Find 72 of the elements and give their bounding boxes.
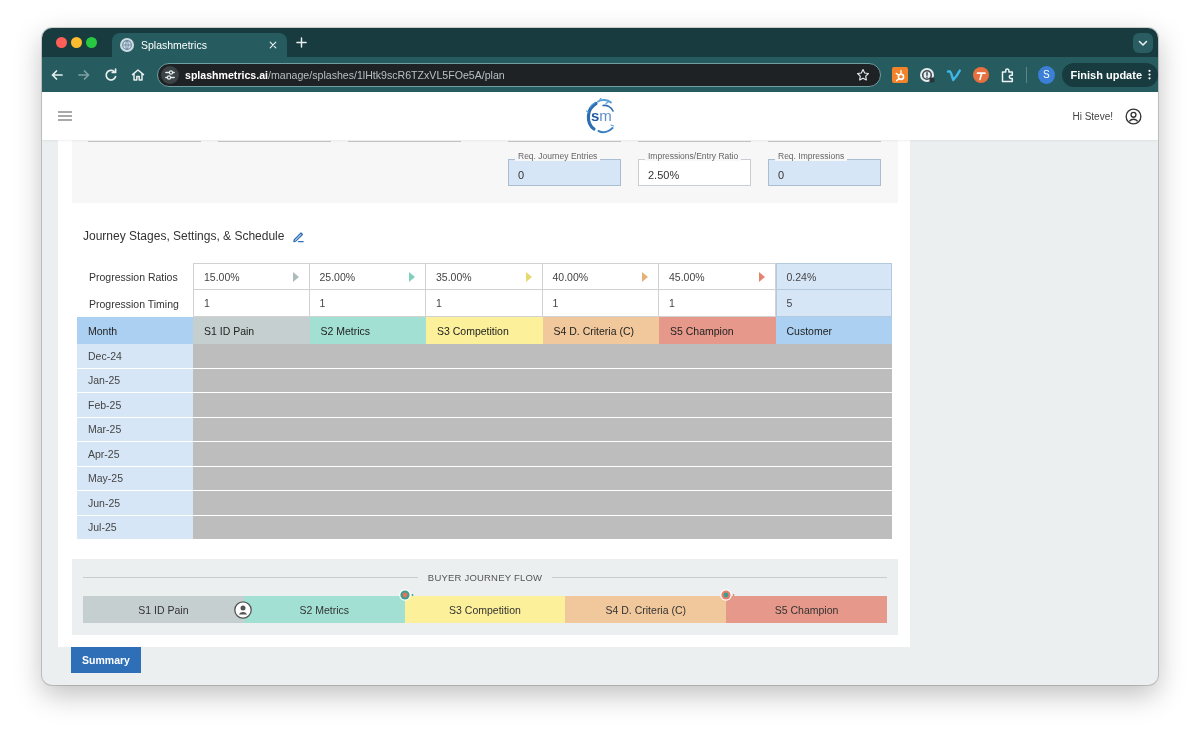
row-header: Dec-24: [77, 344, 193, 369]
triangle-right-icon: [758, 271, 765, 282]
disc-logo-icon[interactable]: [973, 66, 989, 83]
column-header: S5 Champion: [659, 317, 776, 344]
ratio-field[interactable]: 15.00%: [193, 263, 310, 290]
column-header: S1 ID Pain: [193, 317, 310, 344]
table-cell: 0.24%: [775, 263, 892, 290]
plus-icon[interactable]: [296, 37, 307, 48]
column-header: S2 Metrics: [309, 317, 426, 344]
field-label: Impressions/Entry Ratio: [645, 151, 742, 161]
greeting-text: Hi Steve!: [1072, 110, 1113, 122]
column-header: S4 D. Criteria (C): [542, 317, 659, 344]
triangle-right-icon: [409, 271, 415, 282]
puzzle-icon[interactable]: [1000, 66, 1016, 83]
chevron-down-icon[interactable]: [1133, 32, 1153, 53]
row-label: Progression Ratios: [88, 269, 179, 285]
column-header: Customer: [775, 317, 892, 344]
row-header: Jun-25: [77, 491, 193, 516]
stage-label: S5 Champion: [774, 603, 839, 616]
row-header: May-25: [77, 466, 193, 491]
user-circle-icon[interactable]: [1125, 107, 1142, 125]
window-zoom-button[interactable]: [86, 37, 97, 48]
ratio-field[interactable]: 45.00%: [659, 263, 776, 290]
triangle-right-icon: [525, 271, 532, 282]
close-icon[interactable]: [269, 41, 277, 49]
star-icon[interactable]: [856, 67, 870, 82]
row-header: Mar-25: [77, 417, 193, 442]
row-header: Jul-25: [77, 515, 193, 540]
timing-field[interactable]: 1: [193, 290, 310, 317]
field-label: Req. Journey Entries: [515, 151, 601, 161]
ratio-field[interactable]: 35.00%: [426, 263, 543, 290]
timing-field[interactable]: 1: [426, 290, 543, 317]
triangle-right-icon: [292, 271, 299, 282]
row-header: Apr-25: [77, 442, 193, 467]
timing-field[interactable]: 1: [659, 290, 776, 317]
sprocket-icon[interactable]: [892, 66, 908, 83]
home-icon[interactable]: [130, 66, 146, 83]
profile-button[interactable]: S: [1037, 65, 1055, 84]
table-cell: 5: [775, 290, 892, 317]
browser-tab[interactable]: Splashmetrics: [112, 33, 287, 57]
app-logo: sm: [584, 98, 616, 134]
reload-icon[interactable]: [103, 66, 119, 83]
stage-label: S4 D. Criteria (C): [605, 603, 687, 616]
row-header: Jan-25: [77, 368, 193, 393]
stage-label: S2 Metrics: [299, 603, 349, 616]
window-close-button[interactable]: [56, 37, 67, 48]
input-field[interactable]: 0: [508, 159, 621, 186]
flow-title: BUYER JOURNEY FLOW: [427, 571, 543, 583]
stage-label: S3 Competition: [449, 603, 521, 616]
timing-field[interactable]: 1: [542, 290, 659, 317]
update-button[interactable]: Finish update: [1061, 62, 1158, 87]
sliders-icon[interactable]: [161, 65, 179, 84]
milestone-pin-icon: [398, 589, 415, 601]
summary-button[interactable]: Summary: [71, 647, 141, 673]
v-mark-icon[interactable]: [946, 66, 962, 83]
triangle-right-icon: [642, 271, 648, 282]
row-label: Progression Timing: [88, 296, 180, 312]
globe-icon: [120, 38, 134, 52]
section-title: Journey Stages, Settings, & Schedule: [83, 229, 285, 243]
column-header: S3 Competition: [426, 317, 543, 344]
field-label: Req. Impressions: [775, 151, 848, 161]
window-minimize-button[interactable]: [71, 37, 82, 48]
column-header: Month: [77, 317, 193, 344]
kebab-menu-icon[interactable]: [1148, 69, 1151, 80]
address-bar[interactable]: splashmetrics.ai/manage/splashes/1lHtk9scR6TZxVL5FOe5A/plan: [157, 62, 881, 87]
row-header: Feb-25: [77, 393, 193, 418]
timing-field[interactable]: 1: [309, 290, 426, 317]
stage-label: S1 ID Pain: [138, 603, 189, 616]
alert-circle-icon[interactable]: [919, 66, 935, 83]
ratio-field[interactable]: 25.00%: [309, 263, 426, 290]
ratio-field[interactable]: 40.00%: [542, 263, 659, 290]
input-field[interactable]: 0: [768, 159, 881, 186]
